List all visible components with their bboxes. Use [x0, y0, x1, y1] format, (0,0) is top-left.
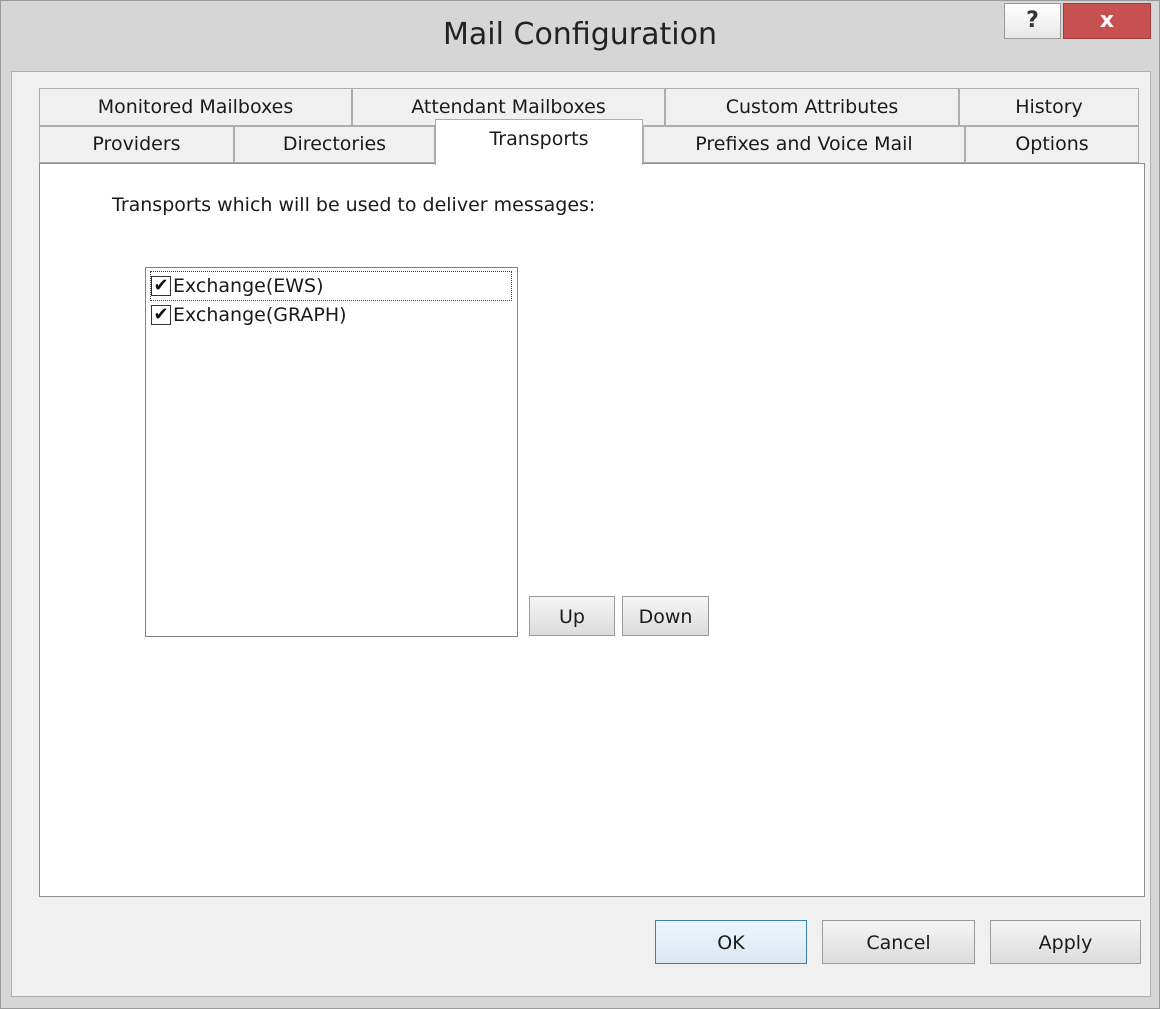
title-bar[interactable]: Mail Configuration ? x — [1, 1, 1159, 71]
tab-transports[interactable]: Transports — [435, 119, 643, 165]
apply-button[interactable]: Apply — [990, 920, 1141, 964]
close-button[interactable]: x — [1063, 3, 1151, 39]
checkbox-ews[interactable]: ✔ — [151, 276, 171, 296]
help-button[interactable]: ? — [1004, 3, 1061, 39]
tab-history[interactable]: History — [959, 88, 1139, 126]
tab-custom-attributes[interactable]: Custom Attributes — [665, 88, 959, 126]
transport-item-graph[interactable]: ✔ Exchange(GRAPH) — [151, 301, 347, 329]
window-title: Mail Configuration — [443, 17, 717, 52]
transports-description: Transports which will be used to deliver… — [112, 194, 596, 216]
ok-button[interactable]: OK — [655, 920, 807, 964]
transport-label-ews: Exchange(EWS) — [173, 275, 324, 297]
tab-directories[interactable]: Directories — [234, 126, 435, 163]
transport-label-graph: Exchange(GRAPH) — [173, 304, 347, 326]
checkbox-graph[interactable]: ✔ — [151, 305, 171, 325]
cancel-button[interactable]: Cancel — [822, 920, 975, 964]
tab-options[interactable]: Options — [965, 126, 1139, 163]
tab-monitored-mailboxes[interactable]: Monitored Mailboxes — [39, 88, 352, 126]
dialog-client-area: Monitored Mailboxes Attendant Mailboxes … — [11, 71, 1151, 997]
tab-prefixes-and-voice-mail[interactable]: Prefixes and Voice Mail — [643, 126, 965, 163]
transports-panel: Transports which will be used to deliver… — [39, 163, 1145, 897]
mail-configuration-window: Mail Configuration ? x Monitored Mailbox… — [0, 0, 1160, 1009]
tab-providers[interactable]: Providers — [39, 126, 234, 163]
transports-listbox[interactable]: ✔ Exchange(EWS) ✔ Exchange(GRAPH) — [145, 267, 518, 637]
transport-item-ews[interactable]: ✔ Exchange(EWS) — [150, 271, 512, 301]
down-button[interactable]: Down — [622, 596, 709, 636]
up-button[interactable]: Up — [529, 596, 615, 636]
